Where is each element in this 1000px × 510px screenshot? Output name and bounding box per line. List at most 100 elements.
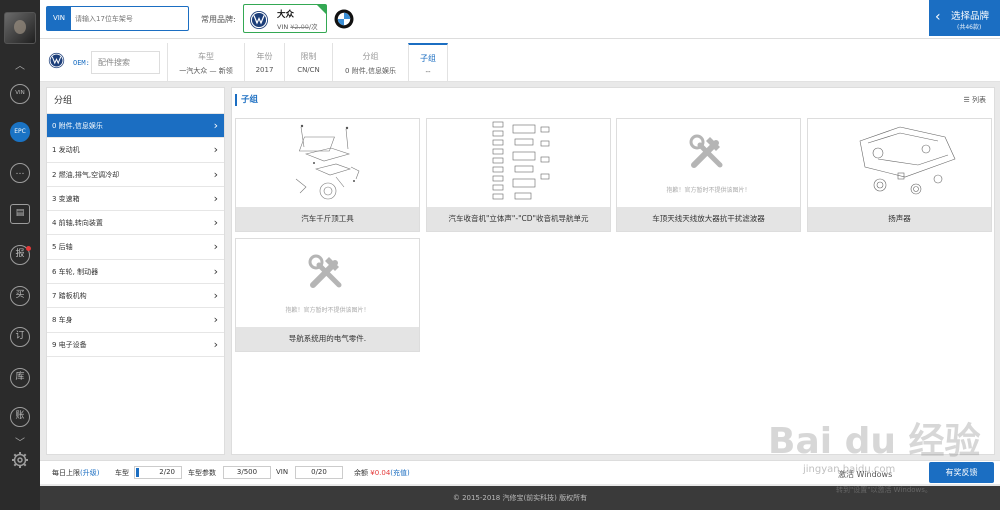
params-quota-label: 车型参数	[188, 469, 216, 477]
list-item[interactable]: 4 前轴,转向装置 ›	[47, 211, 224, 236]
gear-icon[interactable]	[11, 451, 29, 471]
sidebar-item-report[interactable]: 报	[10, 245, 31, 265]
group-label: 0 附件,信息娱乐	[52, 122, 103, 130]
recharge-link[interactable]: (充值)	[390, 469, 409, 477]
model-quota-value: 2/20	[134, 466, 182, 479]
group-label: 7 踏板机构	[52, 292, 87, 301]
oem-label: OEM:	[73, 59, 90, 67]
subgroup-caption: 导航系统用的电气零件.	[236, 327, 419, 351]
chevron-right-icon: ›	[213, 119, 218, 132]
crumb-restriction[interactable]: 限制 CN/CN	[284, 43, 332, 81]
sidebar-item-report-label: 报	[15, 249, 25, 259]
upgrade-link[interactable]: (升级)	[80, 469, 99, 477]
list-item[interactable]: 5 后轴 ›	[47, 235, 224, 260]
crumb-year-value: 2017	[255, 66, 274, 74]
sidebar-item-contacts[interactable]: ▤	[10, 204, 30, 224]
no-image-text: 抱歉！官方暂时不提供该图片！	[285, 307, 370, 314]
crumb-subgroup-head: 子组	[420, 54, 436, 63]
subgroup-card[interactable]: 扬声器	[807, 118, 992, 232]
model-quota-number: 2/20	[159, 468, 175, 476]
list-item[interactable]: 9 电子设备 ›	[47, 333, 224, 357]
avatar[interactable]	[4, 12, 36, 44]
selected-corner	[317, 5, 326, 14]
sidebar-item-buy[interactable]: 买	[10, 286, 30, 306]
vin-search[interactable]: VIN	[46, 6, 189, 31]
model-quota-label: 车型	[115, 469, 129, 477]
chevron-up-icon[interactable]: ︿	[0, 57, 40, 72]
subgroup-caption: 车顶天线天线放大器抗干扰滤波器	[617, 207, 800, 231]
chevron-right-icon: ›	[213, 167, 218, 181]
part-search-input[interactable]: 配件搜索	[91, 51, 160, 74]
select-brand-label: 选择品牌	[951, 11, 990, 22]
group-label: 5 后轴	[52, 243, 73, 252]
crumb-group-head: 分组	[362, 52, 379, 61]
feedback-button[interactable]: 有奖反馈	[929, 462, 994, 483]
chevron-right-icon: ›	[213, 143, 218, 157]
footer: © 2015-2018 汽修宝(前实科技) 版权所有	[40, 486, 1000, 510]
vw-logo-icon	[249, 10, 269, 32]
sidebar-item-chat[interactable]: …	[10, 163, 30, 183]
params-quota-value: 3/500	[223, 466, 271, 479]
brand-price: VIN ¥2.00/次	[277, 21, 318, 31]
parts-diagram-image	[236, 119, 419, 207]
common-brands-label: 常用品牌:	[201, 15, 236, 24]
list-item[interactable]: 0 附件,信息娱乐 ›	[47, 114, 224, 139]
crumb-year-head: 年份	[256, 52, 273, 61]
subgroup-card[interactable]: 汽车收音机"立体声"-"CD"收音机导航单元	[426, 118, 611, 232]
crumb-group[interactable]: 分组 0 附件,信息娱乐	[332, 43, 408, 81]
list-item[interactable]: 8 车身 ›	[47, 308, 224, 333]
subgroup-caption: 扬声器	[808, 207, 991, 231]
top-bar: VIN 常用品牌: 大众 VIN ¥2.00/次 ‹ 选择品牌 (共46款)	[40, 0, 1000, 39]
chevron-right-icon: ›	[213, 191, 218, 205]
crumb-model[interactable]: 车型 一汽大众 — 新领	[167, 43, 244, 81]
list-icon: ☰	[963, 96, 972, 104]
brand-card-vw[interactable]: 大众 VIN ¥2.00/次	[243, 4, 327, 33]
list-item[interactable]: 6 车轮, 制动器 ›	[47, 260, 224, 285]
chevron-right-icon: ›	[213, 289, 218, 303]
breadcrumb: OEM: 配件搜索 车型 一汽大众 — 新领 年份 2017 限制 CN/CN 分组 0…	[40, 39, 1000, 82]
subgroup-card[interactable]: 汽车千斤顶工具	[235, 118, 420, 232]
list-item[interactable]: 7 踏板机构 ›	[47, 284, 224, 309]
sidebar-item-epc[interactable]: EPC	[10, 122, 30, 142]
crumb-year[interactable]: 年份 2017	[244, 43, 284, 81]
daily-limit-text: 每日上限	[52, 469, 80, 477]
crumb-model-value: 一汽大众 — 新领	[179, 67, 233, 75]
balance-value: ¥0.04	[370, 469, 391, 477]
select-brand-button[interactable]: ‹ 选择品牌 (共46款)	[929, 0, 1000, 36]
list-view-toggle[interactable]: ☰ 列表	[963, 95, 986, 105]
notification-dot	[26, 246, 31, 251]
parts-diagram-image	[427, 119, 610, 207]
sidebar-item-stock[interactable]: 库	[10, 368, 30, 388]
parts-diagram-image	[808, 119, 991, 207]
chevron-right-icon: ›	[213, 313, 218, 327]
sidebar-item-order[interactable]: 订	[10, 327, 30, 347]
group-label: 1 发动机	[52, 146, 80, 155]
chevron-down-icon[interactable]: ﹀	[0, 434, 40, 449]
left-sidebar: ︿ VIN EPC … ▤ 报 买 订 库 账 ﹀	[0, 0, 40, 510]
no-image-text: 抱歉！官方暂时不提供该图片！	[666, 187, 751, 194]
vin-quota-label: VIN	[276, 468, 289, 476]
crumb-subgroup[interactable]: 子组 --	[408, 43, 448, 81]
daily-limit-label: 每日上限(升级)	[52, 468, 99, 478]
subgroup-card[interactable]: 抱歉！官方暂时不提供该图片！ 车顶天线天线放大器抗干扰滤波器	[616, 118, 801, 232]
list-item[interactable]: 3 变速箱 ›	[47, 187, 224, 212]
group-list: 分组 0 附件,信息娱乐 › 1 发动机 › 2 燃油,排气,空调冷却 › 3 变速箱…	[46, 87, 225, 455]
sidebar-item-vin[interactable]: VIN	[10, 84, 30, 104]
crumb-group-value: 0 附件,信息娱乐	[345, 67, 396, 75]
select-brand-count: (共46款)	[957, 24, 982, 31]
bmw-logo-icon[interactable]	[334, 9, 354, 31]
list-item[interactable]: 2 燃油,排气,空调冷却 ›	[47, 163, 224, 187]
status-bar: 每日上限(升级) 车型 2/20 车型参数 3/500 VIN 0/20 余额 …	[40, 460, 1000, 484]
balance-text: 余额	[354, 469, 368, 477]
vin-label: VIN	[47, 7, 71, 30]
vw-logo-icon	[48, 52, 65, 71]
subgroup-panel: 子组 ☰ 列表 汽车千斤顶工具 汽车收音机"立体声"-"CD"收音机导航单元 抱…	[231, 87, 995, 455]
sidebar-item-account[interactable]: 账	[10, 407, 30, 427]
subgroup-card[interactable]: 抱歉！官方暂时不提供该图片！ 导航系统用的电气零件.	[235, 238, 420, 352]
vin-input[interactable]	[75, 11, 185, 26]
group-label: 8 车身	[52, 316, 73, 325]
model-quota-fill	[136, 468, 139, 477]
list-item[interactable]: 1 发动机 ›	[47, 138, 224, 163]
brand-name: 大众	[277, 10, 295, 20]
crumb-restriction-value: CN/CN	[297, 66, 320, 74]
